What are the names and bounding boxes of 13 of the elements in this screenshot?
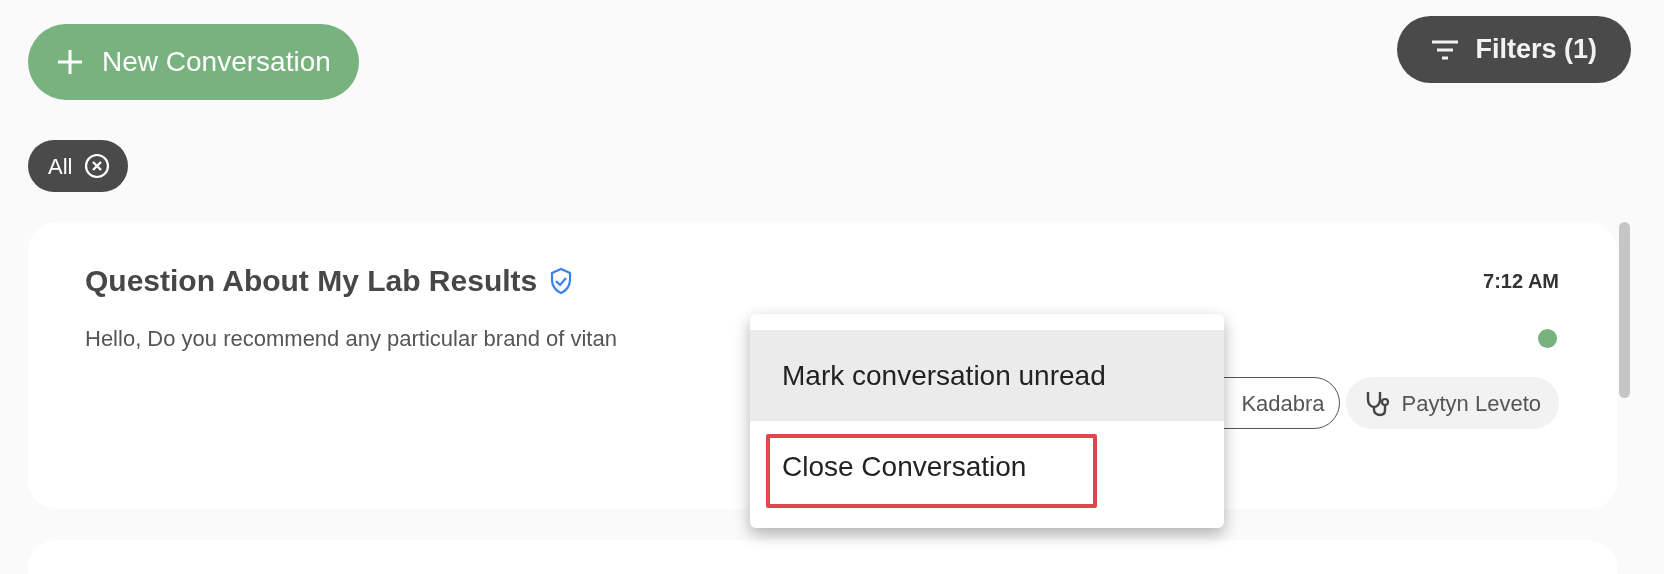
plus-icon [56, 48, 84, 76]
message-preview: Hello, Do you recommend any particular brand of vitan [85, 324, 617, 353]
menu-item[interactable]: Close Conversation [750, 421, 1224, 512]
filter-icon [1431, 38, 1460, 61]
filters-button[interactable]: Filters (1) [1397, 16, 1631, 83]
conversation-card[interactable] [28, 540, 1617, 574]
close-icon [84, 153, 111, 179]
filter-chip[interactable]: All [28, 140, 129, 192]
conversation-time: 7:12 AM [1483, 268, 1559, 294]
conversation-title: Question About My Lab Results [85, 263, 538, 299]
provider-chip: Paytyn Leveto [1345, 377, 1559, 429]
menu-item[interactable]: Mark conversation unread [750, 330, 1224, 421]
scrollbar-thumb[interactable] [1619, 222, 1630, 398]
